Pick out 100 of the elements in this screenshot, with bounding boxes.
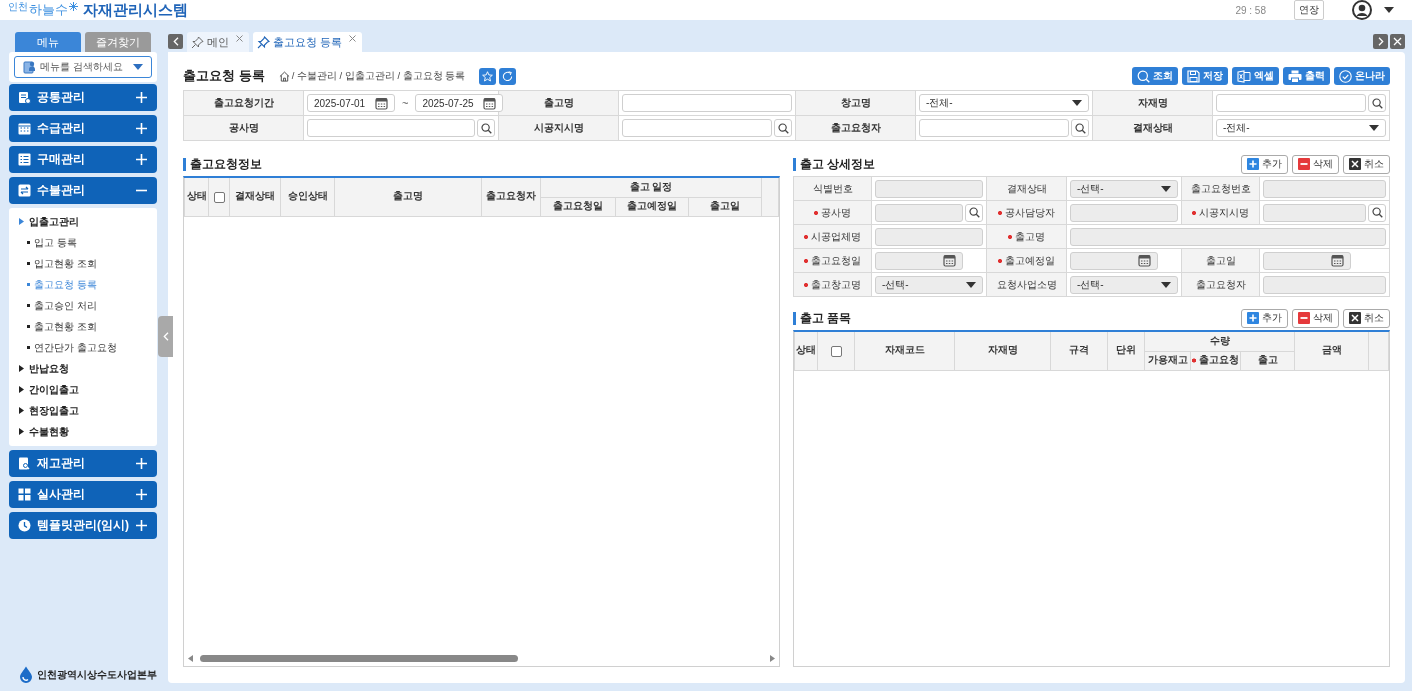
menu-header[interactable]: 템플릿관리(임시) [9, 512, 157, 539]
field-label: 공사명 [814, 205, 851, 220]
input-field[interactable] [919, 119, 1069, 137]
search-button[interactable] [774, 119, 792, 137]
search-button[interactable] [965, 203, 983, 222]
menu-header[interactable]: 수급관리 [9, 115, 157, 142]
scroll-left-button[interactable] [168, 34, 183, 49]
select-field[interactable]: -전체- [1216, 119, 1386, 137]
caret-icon [1161, 185, 1171, 192]
chevron-left-icon [162, 332, 169, 341]
search-button[interactable] [1071, 119, 1089, 137]
caret-icon [966, 281, 976, 288]
toolbar-button[interactable]: 출력 [1283, 67, 1330, 85]
refresh-icon [502, 70, 514, 82]
close-icon[interactable] [236, 35, 243, 42]
action-button[interactable]: 취소 [1343, 154, 1390, 174]
close-square-icon [1349, 158, 1361, 170]
menu-header[interactable]: 실사관리 [9, 481, 157, 508]
submenu-item[interactable]: 출고승인 처리 [9, 295, 157, 316]
bullet-icon [27, 241, 30, 244]
action-button[interactable]: 추가 [1241, 154, 1288, 174]
field-label: 출고예정일 [998, 253, 1055, 268]
search-button[interactable] [1368, 203, 1386, 222]
bullet-icon [27, 346, 30, 349]
action-button[interactable]: 취소 [1343, 308, 1390, 328]
logo-prefix: 인천 [8, 0, 28, 14]
date-field[interactable]: 2025-07-25 [415, 94, 504, 112]
close-icon[interactable] [349, 35, 357, 42]
date-field[interactable]: 2025-07-01 [307, 94, 395, 112]
caret-icon [1072, 100, 1082, 106]
page-tab[interactable]: 출고요청 등록 [253, 32, 363, 52]
triangle-icon [19, 218, 24, 225]
submenu-item[interactable]: 입고 등록 [9, 232, 157, 253]
input-field[interactable] [307, 119, 475, 137]
collapse-handle[interactable] [158, 316, 173, 357]
toolbar-button[interactable]: 온나라 [1334, 67, 1390, 85]
calendar-icon [943, 254, 956, 267]
user-menu-button[interactable] [1352, 0, 1394, 20]
action-button[interactable]: 삭제 [1292, 308, 1339, 328]
toolbar-button[interactable]: 저장 [1182, 67, 1228, 85]
field-label: 출고요청자 [830, 122, 881, 133]
input-field[interactable] [622, 119, 772, 137]
field-label: 식별번호 [812, 181, 853, 196]
submenu-group[interactable]: 간이입출고 [9, 379, 157, 400]
printer-icon [1288, 69, 1302, 83]
search-button[interactable] [477, 119, 495, 137]
column-header: 출고일 [710, 200, 740, 213]
scroll-right-icon[interactable] [770, 654, 775, 662]
close-all-button[interactable] [1390, 34, 1405, 49]
bullet-icon [27, 304, 30, 307]
select-field[interactable]: -전체- [919, 94, 1089, 112]
scroll-left-icon[interactable] [188, 654, 193, 662]
column-header: 승인상태 [287, 190, 328, 202]
search-button[interactable] [1368, 94, 1386, 112]
input-field[interactable] [1216, 94, 1366, 112]
avatar-icon [1352, 0, 1372, 20]
calendar-icon [375, 96, 388, 110]
submenu-group[interactable]: 수불현황 [9, 421, 157, 442]
menu-header[interactable]: 수불관리 [9, 177, 157, 204]
menu-header[interactable]: 구매관리 [9, 146, 157, 173]
submenu-item[interactable]: 출고현황 조회 [9, 316, 157, 337]
triangle-icon [19, 365, 24, 372]
triangle-icon [19, 428, 24, 435]
field-label: 시공지시명 [533, 122, 584, 133]
submenu-item[interactable]: 입고현황 조회 [9, 253, 157, 274]
sidebar-tab[interactable]: 메뉴 [15, 32, 81, 52]
extend-button[interactable]: 연장 [1294, 0, 1324, 20]
submenu-group[interactable]: 반납요청 [9, 358, 157, 379]
range-separator: ~ [402, 97, 409, 109]
bullet-icon [27, 283, 30, 286]
calendar-icon [1331, 254, 1344, 267]
submenu-group[interactable]: 현장입출고 [9, 400, 157, 421]
refresh-button[interactable] [499, 67, 517, 85]
triangle-icon [19, 407, 24, 414]
field-label: 결재상태 [1132, 122, 1173, 133]
favorite-button[interactable] [479, 67, 497, 85]
section-title: 출고요청정보 [183, 157, 262, 171]
system-title: 자재관리시스템 [83, 0, 188, 20]
checkbox[interactable] [213, 191, 225, 203]
field-label: 출고명 [1008, 229, 1045, 244]
column-header: 결재상태 [235, 190, 275, 202]
submenu-group[interactable]: 입출고관리 [9, 211, 157, 232]
search-icon [1371, 97, 1383, 109]
toolbar-button[interactable]: 조회 [1132, 67, 1178, 85]
close-icon [1393, 37, 1402, 46]
menu-header[interactable]: 공통관리 [9, 84, 157, 111]
input-field[interactable] [622, 94, 792, 112]
action-button[interactable]: 추가 [1241, 308, 1288, 328]
menu-header[interactable]: 재고관리 [9, 450, 157, 477]
close-square-icon [1349, 312, 1361, 324]
column-header: 단위 [1116, 344, 1136, 356]
action-button[interactable]: 삭제 [1292, 154, 1339, 174]
water-drop-icon [19, 666, 33, 683]
checkbox[interactable] [830, 345, 842, 357]
scroll-right-button[interactable] [1373, 34, 1388, 49]
submenu-item[interactable]: 연간단가 출고요청 [9, 337, 157, 358]
submenu-item[interactable]: 출고요청 등록 [9, 274, 157, 295]
page-tab[interactable]: 메인 [187, 32, 249, 52]
toolbar-button[interactable]: 엑셀 [1232, 67, 1279, 85]
menu-search-select[interactable]: 메뉴를 검색하세요 [14, 56, 152, 78]
